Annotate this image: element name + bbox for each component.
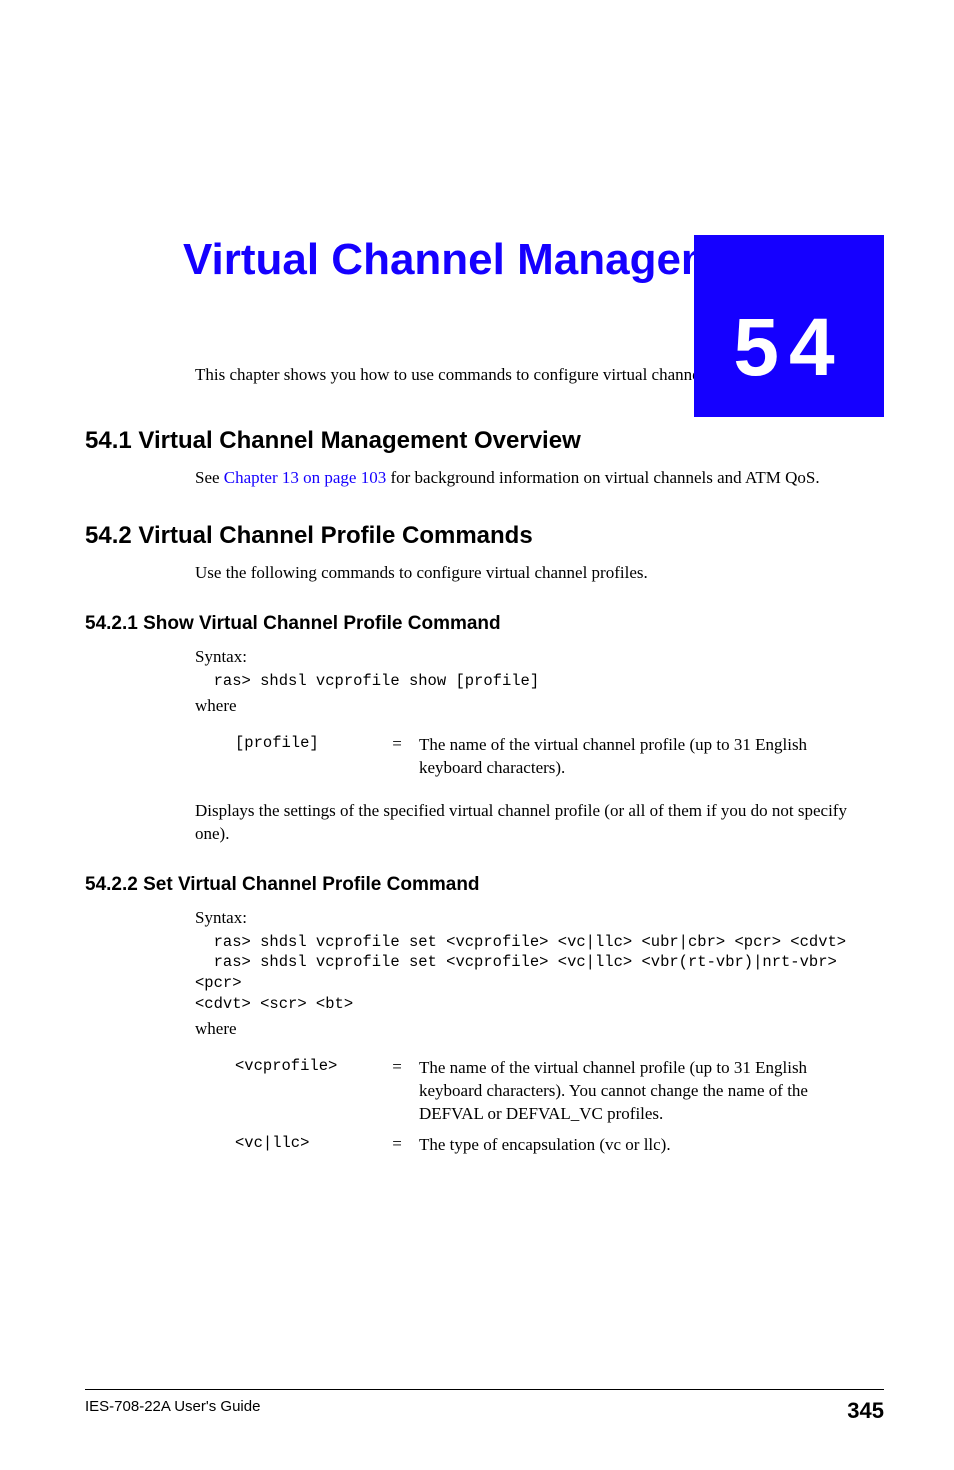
syntax-label: Syntax: (195, 647, 884, 667)
param-equals: = (383, 730, 419, 784)
footer-guide-name: IES-708-22A User's Guide (85, 1398, 260, 1424)
chapter-number: 54 (733, 301, 844, 395)
param-name: <vcprofile> (235, 1053, 383, 1130)
section-heading-54-2-2: 54.2.2 Set Virtual Channel Profile Comma… (85, 874, 884, 896)
section-heading-54-2-1: 54.2.1 Show Virtual Channel Profile Comm… (85, 613, 884, 635)
where-label: where (195, 1019, 884, 1039)
param-description: The name of the virtual channel profile … (419, 730, 854, 784)
param-description: The name of the virtual channel profile … (419, 1053, 854, 1130)
section-after-text: Displays the settings of the specified v… (195, 800, 884, 846)
chapter-number-badge: 54 (694, 235, 884, 417)
code-block: ras> shdsl vcprofile show [profile] (195, 671, 884, 692)
param-name: [profile] (235, 730, 383, 784)
code-block: ras> shdsl vcprofile set <vcprofile> <vc… (195, 932, 884, 1016)
section-body-54-1: See Chapter 13 on page 103 for backgroun… (195, 467, 884, 490)
text-suffix: for background information on virtual ch… (386, 468, 819, 487)
table-row: <vc|llc> = The type of encapsulation (vc… (235, 1130, 854, 1161)
section-body-54-2: Use the following commands to configure … (195, 562, 884, 585)
param-name: <vc|llc> (235, 1130, 383, 1161)
parameter-table: <vcprofile> = The name of the virtual ch… (235, 1053, 854, 1161)
parameter-table: [profile] = The name of the virtual chan… (235, 730, 854, 784)
table-row: <vcprofile> = The name of the virtual ch… (235, 1053, 854, 1130)
section-heading-54-1: 54.1 Virtual Channel Management Overview (85, 427, 884, 455)
cross-reference-link[interactable]: Chapter 13 on page 103 (224, 468, 386, 487)
param-equals: = (383, 1053, 419, 1130)
param-description: The type of encapsulation (vc or llc). (419, 1130, 854, 1161)
syntax-label: Syntax: (195, 908, 884, 928)
text-prefix: See (195, 468, 224, 487)
param-equals: = (383, 1130, 419, 1161)
where-label: where (195, 696, 884, 716)
page-footer: IES-708-22A User's Guide 345 (85, 1389, 884, 1424)
table-row: [profile] = The name of the virtual chan… (235, 730, 854, 784)
page-number: 345 (847, 1398, 884, 1424)
section-heading-54-2: 54.2 Virtual Channel Profile Commands (85, 522, 884, 550)
